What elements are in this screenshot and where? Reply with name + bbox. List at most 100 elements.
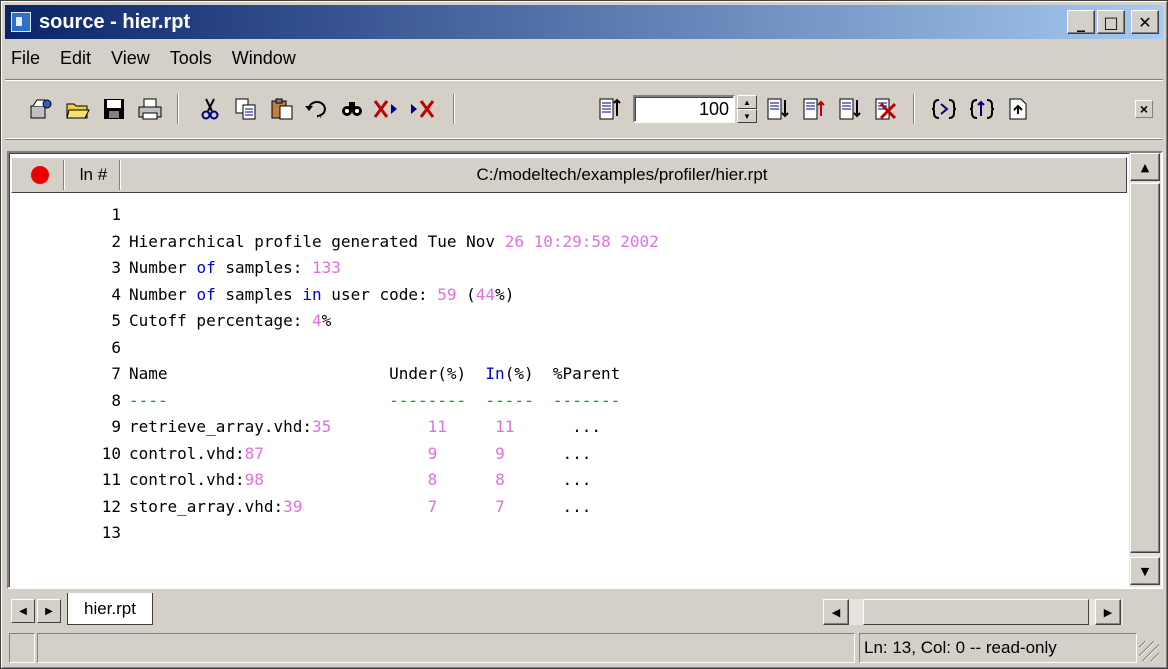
menu-edit[interactable]: Edit — [50, 46, 101, 71]
zoom-spinner[interactable]: ▲ ▼ — [737, 95, 757, 123]
maximize-button[interactable]: □ — [1097, 10, 1125, 34]
vertical-scrollbar[interactable]: ▲ ▼ — [1129, 153, 1161, 587]
line-number: 4 — [111, 284, 121, 304]
code-line[interactable]: 7 Name Under(%) In(%) %Parent — [13, 364, 1113, 388]
code-token: ... — [504, 470, 592, 489]
code-token: 59 — [437, 284, 457, 304]
code-token: (%) %Parent — [504, 364, 621, 383]
resize-grip-icon[interactable] — [1139, 641, 1159, 661]
bookmark-prev-icon[interactable] — [799, 94, 829, 124]
copy-icon[interactable] — [231, 94, 261, 124]
code-token: control.vhd: — [129, 443, 245, 463]
code-line[interactable]: 2 Hierarchical profile generated Tue Nov … — [13, 232, 1113, 256]
code-token: %) — [495, 284, 515, 304]
compile-icon[interactable] — [929, 94, 959, 124]
scroll-up-icon[interactable]: ▲ — [1130, 153, 1160, 181]
code-token: ... — [514, 417, 602, 436]
menu-view[interactable]: View — [101, 46, 160, 71]
code-line[interactable]: 4 Number of samples in user code: 59 (44%… — [13, 285, 1113, 309]
undo-icon[interactable] — [301, 94, 331, 124]
print-icon[interactable] — [135, 94, 165, 124]
code-token: 87 — [244, 443, 264, 463]
spin-down-icon[interactable]: ▼ — [737, 109, 757, 123]
find-icon[interactable] — [337, 94, 367, 124]
simulate-icon[interactable] — [967, 94, 997, 124]
code-token: samples — [215, 284, 303, 304]
line-number: 7 — [111, 364, 121, 383]
menu-bar: File Edit View Tools Window — [5, 43, 306, 73]
code-line[interactable]: 1 — [13, 205, 1113, 229]
app-icon[interactable] — [11, 12, 31, 32]
bookmark-last-icon[interactable] — [835, 94, 865, 124]
next-bookmark-icon[interactable] — [407, 94, 441, 124]
horizontal-scrollbar[interactable]: ◀ ▶ — [823, 599, 1123, 625]
clear-bookmarks-icon[interactable] — [871, 94, 901, 124]
tab-right-icon[interactable]: ▶ — [37, 599, 61, 623]
toolbar-separator — [453, 94, 455, 124]
close-button[interactable]: ✕ — [1131, 10, 1159, 34]
clear-bookmark-icon[interactable] — [371, 94, 405, 124]
vertical-scroll-thumb[interactable] — [1130, 183, 1160, 553]
line-number-column-header[interactable]: ln # — [68, 160, 120, 190]
code-token: % — [321, 311, 332, 330]
line-number: 12 — [101, 496, 121, 516]
status-bar: Ln: 13, Col: 0 -- read-only — [7, 633, 1163, 665]
zoom-input[interactable]: 100 — [633, 95, 735, 123]
code-token: Name Under(%) — [129, 364, 486, 383]
spin-up-icon[interactable]: ▲ — [737, 95, 757, 109]
cut-icon[interactable] — [195, 94, 225, 124]
code-token: ... — [504, 443, 592, 463]
bookmark-next-icon[interactable] — [763, 94, 793, 124]
code-line[interactable]: 8 ---- -------- ----- ------- — [13, 391, 1113, 415]
menu-tools[interactable]: Tools — [160, 46, 222, 71]
code-token: Cutoff percentage: — [129, 311, 313, 330]
line-number: 11 — [101, 470, 121, 489]
paste-icon[interactable] — [267, 94, 297, 124]
code-line[interactable]: 10 control.vhd:87 9 9 ... — [13, 444, 1113, 468]
code-line[interactable]: 12 store_array.vhd:39 7 7 ... — [13, 497, 1113, 521]
tab-left-icon[interactable]: ◀ — [11, 599, 35, 623]
open-project-icon[interactable] — [25, 94, 55, 124]
window-title: source - hier.rpt — [39, 10, 191, 33]
goto-line-icon[interactable] — [595, 94, 625, 124]
save-icon[interactable] — [99, 94, 129, 124]
line-text: control.vhd:87 9 9 ... — [129, 444, 591, 463]
code-token: 98 — [244, 470, 264, 489]
scroll-left-icon[interactable]: ◀ — [823, 599, 849, 625]
code-line[interactable]: 5 Cutoff percentage: 4% — [13, 311, 1113, 335]
breakpoint-column-header[interactable] — [16, 160, 64, 190]
minimize-button[interactable]: _ — [1067, 10, 1095, 34]
code-token: ---- -------- ----- ------- — [129, 390, 621, 410]
code-line[interactable]: 13 — [13, 523, 1113, 547]
new-doc-icon[interactable] — [1003, 94, 1033, 124]
code-token: store_array.vhd: — [129, 496, 284, 516]
code-line[interactable]: 11 control.vhd:98 8 8 ... — [13, 470, 1113, 494]
scroll-right-icon[interactable]: ▶ — [1095, 599, 1121, 625]
scroll-down-icon[interactable]: ▼ — [1130, 557, 1160, 585]
title-bar[interactable]: source - hier.rpt _ □ ✕ — [5, 5, 1163, 39]
code-line[interactable]: 6 — [13, 338, 1113, 362]
code-token: 4 — [312, 311, 322, 330]
status-cell-left — [9, 633, 35, 663]
horizontal-scroll-thumb[interactable] — [863, 599, 1089, 625]
code-line[interactable]: 3 Number of samples: 133 — [13, 258, 1113, 282]
code-view[interactable]: 1 2 Hierarchical profile generated Tue Nov… — [13, 197, 1127, 573]
menu-file[interactable]: File — [5, 46, 50, 71]
code-line[interactable]: 9 retrieve_array.vhd:35 11 11 ... — [13, 417, 1113, 441]
line-text: Number of samples in user code: 59 (44%) — [129, 285, 514, 304]
tab-hier-rpt[interactable]: hier.rpt — [67, 593, 153, 625]
code-token: 7 — [495, 496, 505, 516]
code-token: Number — [129, 284, 197, 304]
menu-window[interactable]: Window — [222, 46, 306, 71]
code-token: ( — [456, 284, 476, 304]
line-text: retrieve_array.vhd:35 11 11 ... — [129, 417, 601, 436]
toolbar: 100 ▲ ▼ × — [5, 79, 1163, 139]
toolbar-close-icon[interactable]: × — [1135, 100, 1153, 118]
open-folder-icon[interactable] — [63, 94, 93, 124]
